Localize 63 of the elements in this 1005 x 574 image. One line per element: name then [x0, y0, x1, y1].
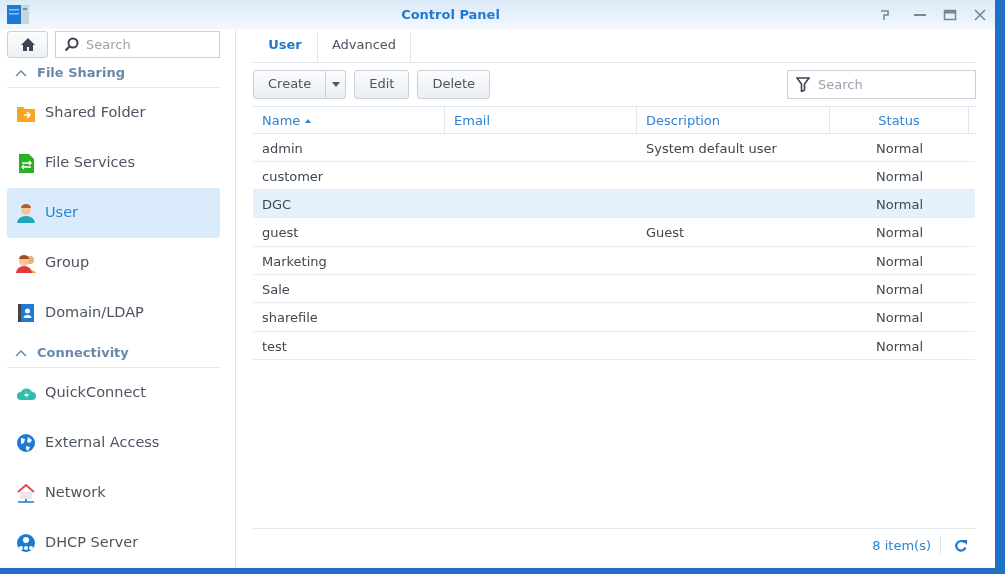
table-cell: DGC: [262, 197, 292, 213]
column-header[interactable]: Email: [445, 106, 637, 134]
table-cell: Sale: [262, 282, 290, 297]
maximize-icon[interactable]: [943, 7, 957, 22]
home-button[interactable]: [7, 31, 48, 58]
table-row[interactable]: guest Guest Normal: [253, 218, 975, 247]
table-cell: Marketing: [262, 253, 327, 269]
document-icon: [16, 152, 36, 174]
table-cell: customer: [262, 168, 324, 184]
home-icon: [19, 37, 36, 52]
column-header[interactable]: Description: [637, 106, 830, 134]
section-header[interactable]: File Sharing: [7, 58, 220, 88]
close-icon[interactable]: [973, 7, 987, 22]
table-cell: Normal: [875, 253, 923, 269]
sidebar-item[interactable]: Network: [7, 468, 220, 518]
user-icon: [16, 202, 36, 224]
table-row[interactable]: Marketing Normal: [253, 246, 975, 275]
table-cell: Normal: [875, 282, 923, 297]
table-cell: guest: [262, 225, 299, 241]
table-cell: Guest: [646, 225, 685, 241]
table-cell: sharefile: [262, 310, 318, 326]
table-cell: Normal: [875, 225, 923, 241]
toolbar-button[interactable]: Edit: [354, 69, 410, 99]
table-cell: test: [262, 338, 287, 354]
sidebar-item[interactable]: Shared Folder: [7, 88, 220, 138]
refresh-icon[interactable]: [954, 538, 968, 553]
dropdown-button[interactable]: [326, 69, 347, 99]
table-cell: Normal: [875, 140, 923, 156]
section-header[interactable]: Connectivity: [7, 338, 220, 368]
sidebar-item[interactable]: File Services: [7, 138, 220, 188]
search-field[interactable]: Search: [55, 31, 220, 58]
table-row[interactable]: Sale Normal: [253, 275, 975, 304]
table-row[interactable]: DGC Normal: [253, 190, 975, 219]
item-count: 8 item(s): [863, 535, 941, 556]
toolbar-button[interactable]: Delete: [417, 69, 491, 99]
table-cell: Normal: [875, 168, 923, 184]
app-icon: [6, 3, 30, 26]
sidebar-item[interactable]: QuickConnect: [7, 368, 220, 418]
column-header[interactable]: Status: [830, 106, 969, 134]
search-field[interactable]: Search: [787, 69, 976, 99]
network-icon: [16, 532, 36, 554]
users-icon: [16, 252, 36, 274]
toolbar-button[interactable]: Create: [253, 69, 327, 99]
table-row[interactable]: sharefile Normal: [253, 303, 975, 332]
table-row[interactable]: test Normal: [253, 331, 975, 360]
table-cell: admin: [262, 140, 303, 156]
table-cell: Normal: [875, 338, 923, 354]
sidebar-item[interactable]: External Access: [7, 418, 220, 468]
table-cell: Normal: [875, 197, 923, 213]
column-header[interactable]: Name: [253, 106, 445, 134]
table-row[interactable]: admin System default user Normal: [253, 133, 975, 162]
contact-book-icon: [16, 302, 36, 324]
tab[interactable]: User: [253, 33, 318, 62]
table-cell: System default user: [646, 140, 777, 156]
tab[interactable]: Advanced: [318, 33, 411, 62]
sidebar-item[interactable]: DHCP Server: [7, 518, 220, 568]
sidebar-item[interactable]: Group: [7, 238, 220, 288]
table-cell: Normal: [875, 310, 923, 326]
house-icon: [16, 482, 36, 504]
globe-icon: [16, 432, 36, 454]
caret-icon: [331, 82, 340, 88]
sidebar-item[interactable]: Domain/LDAP: [7, 288, 220, 338]
window-title: Control Panel: [400, 5, 501, 24]
